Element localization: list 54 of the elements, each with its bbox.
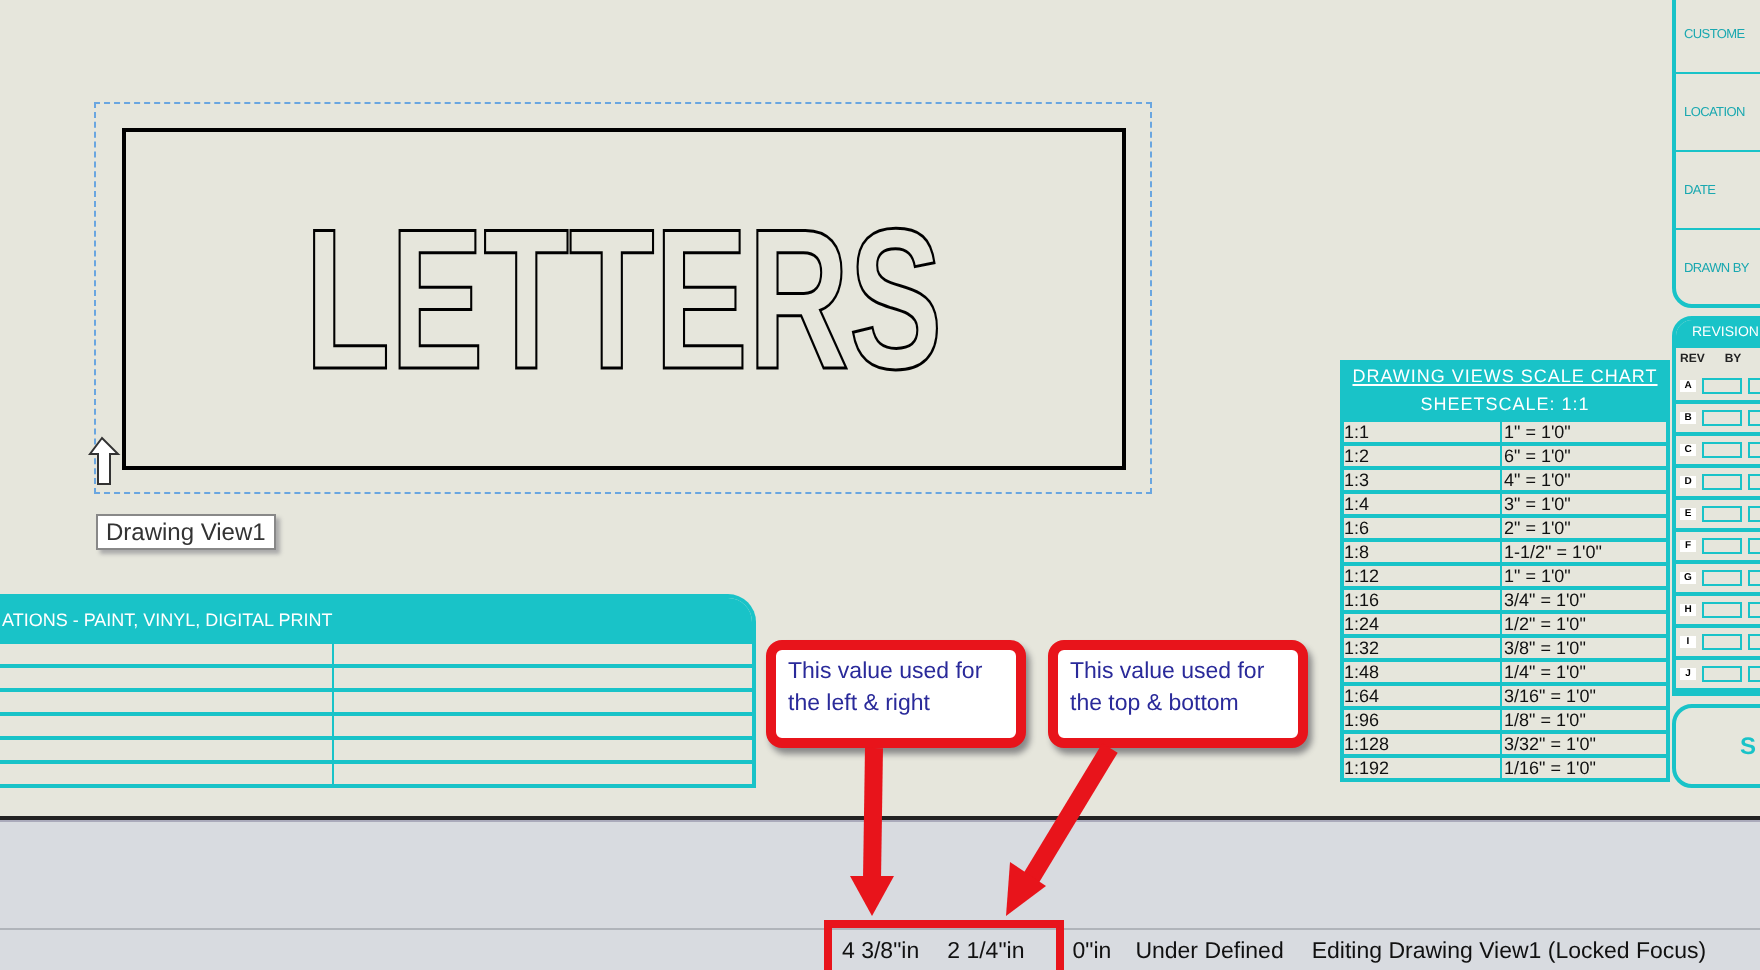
table-cell: 1/4" = 1'0" — [1502, 662, 1586, 682]
table-cell: 1:32 — [1344, 638, 1502, 658]
table-cell: 3/4" = 1'0" — [1502, 590, 1586, 610]
table-cell: 1-1/2" = 1'0" — [1502, 542, 1602, 562]
table-cell: 1/16" = 1'0" — [1502, 758, 1596, 778]
table-cell: 2" = 1'0" — [1502, 518, 1571, 538]
status-text: 2 1/4"in — [947, 940, 1025, 964]
table-cell — [1702, 378, 1742, 394]
table-cell: 3" = 1'0" — [1502, 494, 1571, 514]
table-title: ATIONS - PAINT, VINYL, DIGITAL PRINT — [0, 609, 333, 629]
table-cell — [1702, 570, 1742, 586]
table-cell: 1:96 — [1344, 710, 1502, 730]
view-tooltip: Drawing View1 — [96, 514, 276, 550]
chart-title: DRAWING VIEWS SCALE CHART — [1344, 364, 1666, 390]
table-cell: 1:12 — [1344, 566, 1502, 586]
table-cell: 3/32" = 1'0" — [1502, 734, 1596, 754]
table-cell: 1:3 — [1344, 470, 1502, 490]
table-cell: 6" = 1'0" — [1502, 446, 1571, 466]
table-cell: 1" = 1'0" — [1502, 566, 1571, 586]
table-cell — [1702, 602, 1742, 618]
table-cell — [1702, 666, 1742, 682]
table-cell — [1702, 474, 1742, 490]
table-cell: 1/2" = 1'0" — [1502, 614, 1586, 634]
table-cell: 1:1 — [1344, 422, 1502, 442]
table-cell: 1:192 — [1344, 758, 1502, 778]
outlined-letters: LETTERS — [305, 199, 943, 399]
sheet-scale: SHEETSCALE: 1:1 — [1344, 390, 1666, 418]
table-cell: 1:48 — [1344, 662, 1502, 682]
status-text: Under Defined — [1135, 940, 1284, 964]
status-text: 4 3/8"in — [842, 940, 920, 964]
table-cell: 1:24 — [1344, 614, 1502, 634]
status-text: 0"in — [1072, 940, 1112, 964]
callout-text: This value used for the top & bottom — [1070, 658, 1267, 720]
table-cell: 3/16" = 1'0" — [1502, 686, 1596, 706]
table-cell — [1702, 538, 1742, 554]
view-selection-box[interactable]: LETTERS — [94, 102, 1152, 494]
table-cell: 3/8" = 1'0" — [1502, 638, 1586, 658]
table-cell: 1:64 — [1344, 686, 1502, 706]
table-cell: 1/8" = 1'0" — [1502, 710, 1586, 730]
table-cell — [1702, 410, 1742, 426]
table-cell: 1:2 — [1344, 446, 1502, 466]
table-cell — [1702, 442, 1742, 458]
table-cell: 1" = 1'0" — [1502, 422, 1571, 442]
sheet-label: S — [1740, 732, 1757, 760]
callout-text: This value used for the left & right — [788, 658, 985, 720]
table-cell — [1702, 634, 1742, 650]
table-cell — [1702, 506, 1742, 522]
table-cell: 1:8 — [1344, 542, 1502, 562]
table-cell: 1:128 — [1344, 734, 1502, 754]
table-cell: 1:4 — [1344, 494, 1502, 514]
table-cell: 1:6 — [1344, 518, 1502, 538]
status-text: Editing Drawing View1 (Locked Focus) — [1311, 940, 1707, 964]
table-cell: 4" = 1'0" — [1502, 470, 1571, 490]
table-cell: 1:16 — [1344, 590, 1502, 610]
